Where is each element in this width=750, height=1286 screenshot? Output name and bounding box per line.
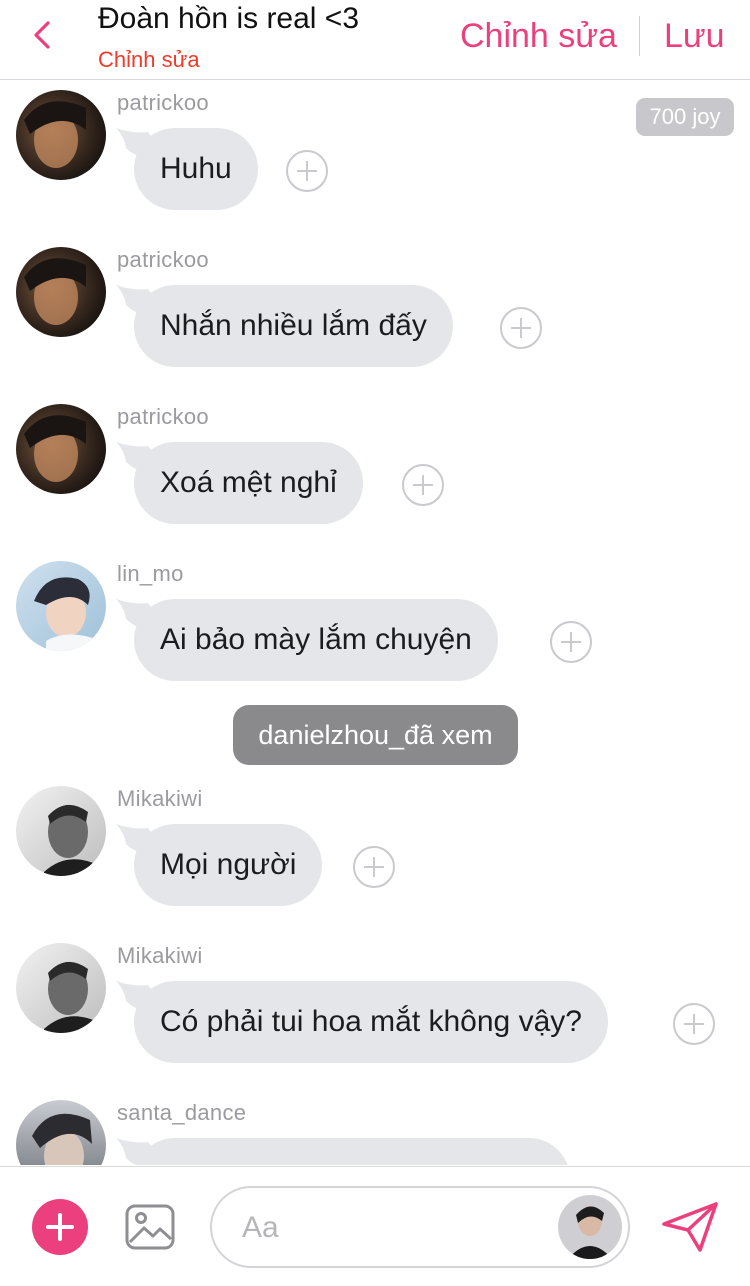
chat-header: Đoàn hồn is real <3 Chỉnh sửa Chỉnh sửa … <box>0 0 750 80</box>
avatar[interactable] <box>16 90 106 180</box>
save-button[interactable]: Lưu <box>664 17 725 56</box>
sticker-avatar-button[interactable] <box>558 1195 622 1259</box>
send-icon[interactable] <box>660 1200 720 1254</box>
message-item: santa_dance <box>0 1091 750 1165</box>
message-item: patrickoo Nhắn nhiều lắm đấy <box>0 238 750 388</box>
message-bubble[interactable]: Ai bảo mày lắm chuyện <box>134 599 498 681</box>
message-username[interactable]: santa_dance <box>117 1100 246 1126</box>
message-item: patrickoo Huhu 700 joy <box>0 81 750 231</box>
add-reaction-icon[interactable] <box>286 150 328 192</box>
avatar[interactable] <box>16 561 106 651</box>
message-username[interactable]: Mikakiwi <box>117 943 203 969</box>
message-bubble[interactable]: Huhu <box>134 128 258 210</box>
message-input[interactable] <box>242 1206 542 1250</box>
message-input-box[interactable] <box>210 1186 630 1268</box>
message-item: Mikakiwi Mọi người <box>0 777 750 927</box>
message-bubble[interactable]: Mọi người <box>134 824 323 906</box>
joy-badge: 700 joy <box>636 98 734 136</box>
add-reaction-icon[interactable] <box>550 621 592 663</box>
header-divider <box>639 16 640 56</box>
message-username[interactable]: patrickoo <box>117 90 209 116</box>
back-button[interactable] <box>26 18 60 52</box>
message-username[interactable]: lin_mo <box>117 561 184 587</box>
message-item: Mikakiwi Có phải tui hoa mắt không vậy? <box>0 934 750 1084</box>
message-list[interactable]: patrickoo Huhu 700 joy patrickoo Nhắn nh… <box>0 81 750 1165</box>
add-reaction-icon[interactable] <box>673 1003 715 1045</box>
chat-title: Đoàn hồn is real <3 <box>98 2 360 35</box>
add-reaction-icon[interactable] <box>500 307 542 349</box>
avatar[interactable] <box>16 943 106 1033</box>
message-username[interactable]: patrickoo <box>117 404 209 430</box>
chat-subtitle[interactable]: Chỉnh sửa <box>98 47 200 73</box>
image-icon[interactable] <box>124 1201 176 1253</box>
message-bubble[interactable] <box>134 1138 570 1165</box>
message-item: lin_mo Ai bảo mày lắm chuyện <box>0 552 750 702</box>
seen-notice: danielzhou_đã xem <box>233 705 518 765</box>
avatar[interactable] <box>16 404 106 494</box>
avatar[interactable] <box>16 786 106 876</box>
message-bubble[interactable]: Có phải tui hoa mắt không vậy? <box>134 981 608 1063</box>
chevron-left-icon <box>34 21 50 49</box>
add-reaction-icon[interactable] <box>402 464 444 506</box>
message-bubble[interactable]: Xoá mệt nghỉ <box>134 442 363 524</box>
message-bubble[interactable]: Nhắn nhiều lắm đấy <box>134 285 453 367</box>
edit-button[interactable]: Chỉnh sửa <box>460 17 617 56</box>
avatar[interactable] <box>16 1100 106 1165</box>
message-composer <box>0 1166 750 1286</box>
add-reaction-icon[interactable] <box>353 846 395 888</box>
plus-icon[interactable] <box>32 1199 88 1255</box>
message-username[interactable]: patrickoo <box>117 247 209 273</box>
message-username[interactable]: Mikakiwi <box>117 786 203 812</box>
avatar[interactable] <box>16 247 106 337</box>
message-item: patrickoo Xoá mệt nghỉ <box>0 395 750 545</box>
